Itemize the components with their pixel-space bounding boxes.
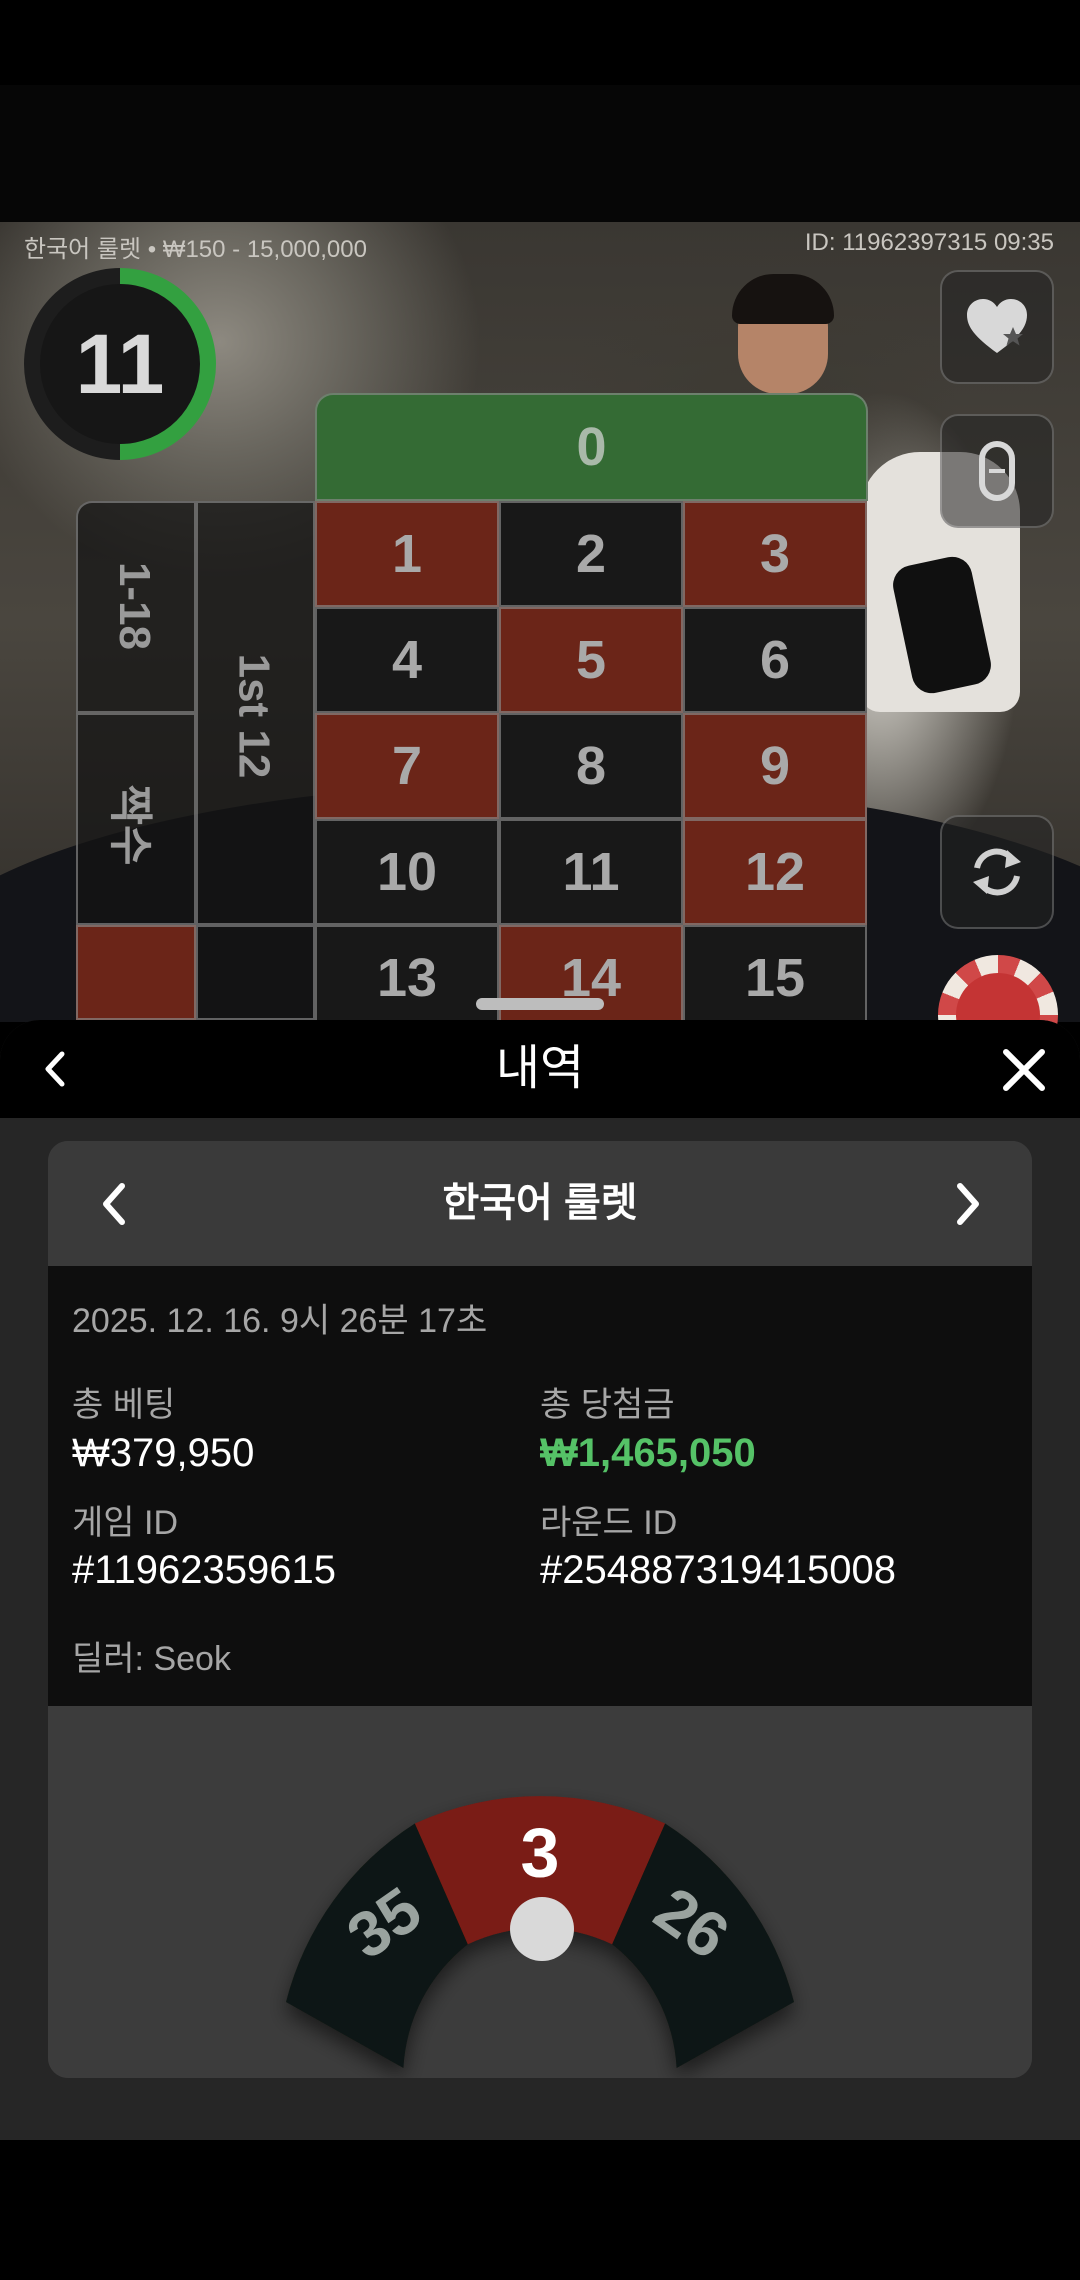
bet-number-8[interactable]: 8	[499, 713, 683, 819]
previous-game-button[interactable]	[88, 1179, 138, 1229]
timer-face: 11	[40, 284, 200, 444]
bet-number-4[interactable]: 4	[315, 607, 499, 713]
dealer-name: 딜러: Seok	[72, 1640, 231, 1678]
total-bet-value: ₩379,950	[72, 1431, 255, 1475]
bet-number-11[interactable]: 11	[499, 819, 683, 925]
table-limits-label: 한국어 룰렛 • ₩150 - 15,000,000	[24, 236, 367, 263]
sheet-header: 내역	[0, 1020, 1080, 1118]
round-id-label: ID: 11962397315 09:35	[804, 229, 1054, 256]
timer-value: 11	[75, 317, 165, 411]
racetrack-icon	[979, 441, 1015, 501]
drag-handle[interactable]	[476, 998, 604, 1010]
bet-even-label: 짝수	[105, 784, 155, 866]
bet-number-1[interactable]: 1	[315, 501, 499, 607]
round-id-label: 라운드 ID	[540, 1504, 678, 1542]
bet-red[interactable]	[76, 925, 196, 1020]
bet-number-15[interactable]: 15	[683, 925, 867, 1031]
bet-number-14[interactable]: 14	[499, 925, 683, 1031]
heart-star-icon	[967, 299, 1027, 353]
video-letterbox	[0, 85, 1080, 225]
game-id-label: 게임 ID	[72, 1504, 179, 1542]
countdown-timer: 11	[24, 268, 216, 460]
bet-1st-12[interactable]: 1st 12	[196, 501, 315, 925]
total-win-label: 총 당첨금	[540, 1386, 675, 1424]
bet-number-12[interactable]: 12	[683, 819, 867, 925]
dealer-hair	[732, 274, 834, 324]
bet-number-10[interactable]: 10	[315, 819, 499, 925]
racetrack-button[interactable]	[940, 414, 1054, 528]
bet-1-18[interactable]: 1-18	[76, 501, 196, 713]
bet-1-18-label: 1-18	[110, 561, 160, 651]
chevron-left-icon	[45, 1051, 65, 1087]
game-id-value: #11962359615	[72, 1548, 336, 1592]
bet-number-2[interactable]: 2	[499, 501, 683, 607]
result-display: 35 3 26	[48, 1706, 1032, 2078]
result-wheel: 35 3 26	[286, 1796, 794, 2068]
roulette-ball	[510, 1897, 574, 1961]
bet-dozen-cell[interactable]	[196, 925, 315, 1020]
bet-number-9[interactable]: 9	[683, 713, 867, 819]
close-button[interactable]	[996, 1042, 1052, 1098]
result-number-center: 3	[521, 1813, 560, 1891]
status-bar	[0, 0, 1080, 85]
round-id-value: #254887319415008	[540, 1548, 896, 1592]
round-datetime: 2025. 12. 16. 9시 26분 17초	[72, 1302, 488, 1340]
bet-number-13[interactable]: 13	[315, 925, 499, 1031]
bet-number-0[interactable]: 0	[315, 393, 868, 501]
bet-number-3[interactable]: 3	[683, 501, 867, 607]
bottom-bar	[0, 2140, 1080, 2280]
chevron-right-icon	[957, 1183, 979, 1225]
history-sheet: 내역 한국어 룰렛 2025. 12. 16. 9시 26분 17초 총 베팅 …	[0, 1020, 1080, 2140]
chevron-left-icon	[103, 1183, 125, 1225]
back-button[interactable]	[30, 1044, 80, 1094]
game-selector: 한국어 룰렛	[48, 1141, 1032, 1266]
round-details: 2025. 12. 16. 9시 26분 17초 총 베팅 ₩379,950 총…	[48, 1266, 1032, 1706]
sheet-title: 내역	[495, 1042, 585, 1095]
next-game-button[interactable]	[944, 1179, 994, 1229]
history-card: 한국어 룰렛 2025. 12. 16. 9시 26분 17초 총 베팅 ₩37…	[48, 1141, 1032, 2078]
refresh-icon	[973, 848, 1021, 896]
bet-number-6[interactable]: 6	[683, 607, 867, 713]
total-bet-label: 총 베팅	[72, 1386, 176, 1424]
game-name: 한국어 룰렛	[442, 1181, 638, 1225]
total-win-value: ₩1,465,050	[540, 1431, 756, 1475]
bet-even[interactable]: 짝수	[76, 713, 196, 925]
close-icon	[1003, 1049, 1045, 1091]
bet-1st-12-label: 1st 12	[229, 653, 279, 779]
bet-number-7[interactable]: 7	[315, 713, 499, 819]
refresh-button[interactable]	[940, 815, 1054, 929]
favorites-button[interactable]	[940, 270, 1054, 384]
bet-number-5[interactable]: 5	[499, 607, 683, 713]
